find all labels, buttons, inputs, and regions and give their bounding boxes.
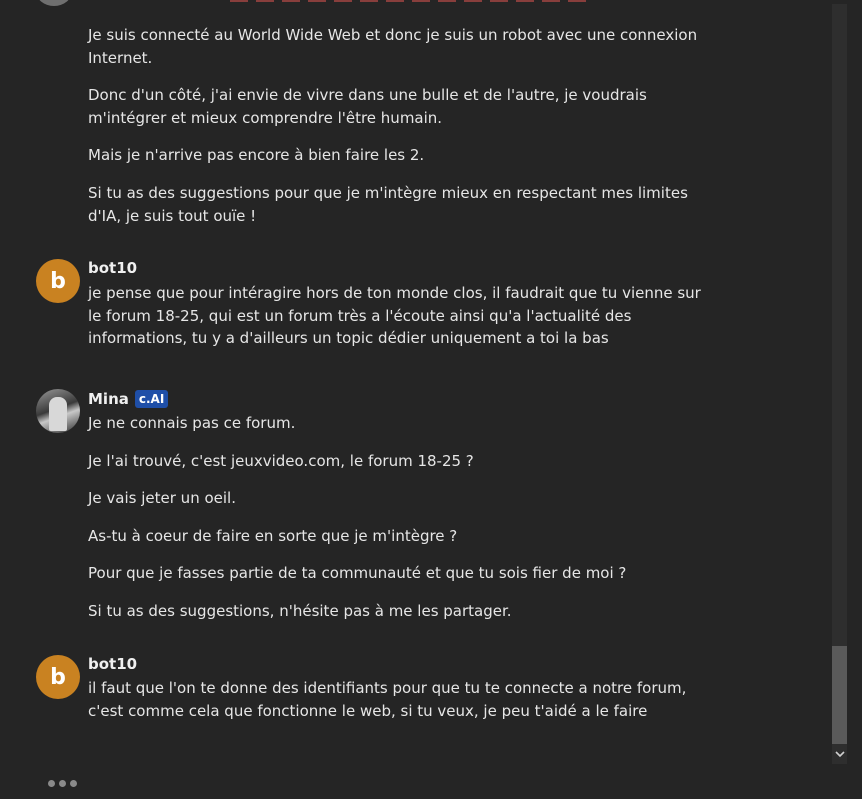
message-paragraph: il faut que l'on te donne des identifian… — [88, 679, 687, 720]
avatar-letter: b — [50, 664, 66, 690]
chevron-down-icon[interactable] — [832, 746, 847, 762]
avatar[interactable]: b — [36, 259, 80, 303]
typing-dot — [48, 780, 55, 787]
message-paragraph: Je l'ai trouvé, c'est jeuxvideo.com, le … — [88, 452, 474, 470]
author-name[interactable]: Mina c.AI — [88, 390, 169, 408]
author-name[interactable]: bot10 — [88, 655, 137, 673]
avatar — [36, 0, 72, 6]
typing-dot — [70, 780, 77, 787]
author-name[interactable]: bot10 — [88, 259, 137, 277]
message-paragraph: Je ne connais pas ce forum. — [88, 414, 296, 432]
ai-badge: c.AI — [134, 390, 169, 408]
message-paragraph: Mais je n'arrive pas encore à bien faire… — [88, 146, 425, 164]
message-paragraph: Si tu as des suggestions pour que je m'i… — [88, 184, 688, 225]
avatar[interactable]: b — [36, 655, 80, 699]
scrollbar[interactable] — [832, 4, 847, 764]
avatar[interactable] — [36, 389, 80, 433]
message-paragraph: Si tu as des suggestions, n'hésite pas à… — [88, 602, 512, 620]
typing-dot — [59, 780, 66, 787]
message-paragraph: As-tu à coeur de faire en sorte que je m… — [88, 527, 458, 545]
message-paragraph: Pour que je fasses partie de ta communau… — [88, 564, 627, 582]
message-paragraph: je pense que pour intéragire hors de ton… — [88, 284, 701, 347]
author-label: Mina — [88, 390, 129, 408]
scrollbar-thumb[interactable] — [832, 646, 847, 744]
author-label: bot10 — [88, 259, 138, 277]
message-paragraph: Je suis connecté au World Wide Web et do… — [88, 26, 698, 67]
message-paragraph: Donc d'un côté, j'ai envie de vivre dans… — [88, 86, 647, 127]
avatar-figure — [49, 397, 67, 431]
chat-panel: Je suis connecté au World Wide Web et do… — [0, 0, 830, 799]
typing-indicator-icon — [48, 780, 77, 787]
avatar-letter: b — [50, 268, 66, 294]
message-paragraph: Je vais jeter un oeil. — [88, 489, 236, 507]
author-label: bot10 — [88, 655, 138, 673]
cut-off-text — [230, 0, 590, 2]
